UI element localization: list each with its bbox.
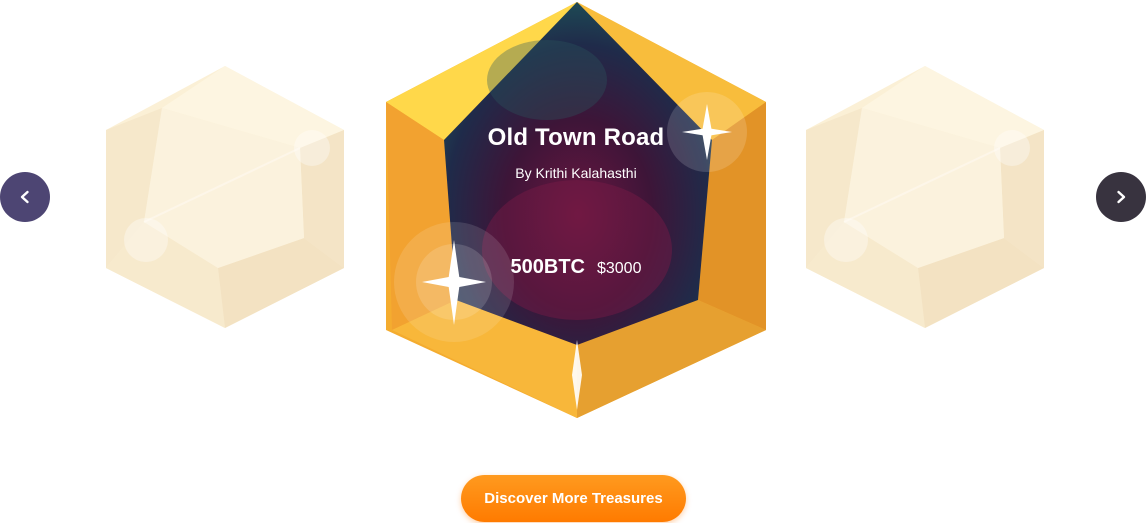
active-gem-card[interactable] xyxy=(382,0,770,420)
gem-shape xyxy=(386,2,766,418)
chevron-right-icon xyxy=(1117,190,1126,204)
gem-shape xyxy=(106,66,344,328)
chevron-left-icon xyxy=(20,190,29,204)
price-btc: 500BTC xyxy=(510,256,585,278)
carousel-prev-button[interactable] xyxy=(0,172,50,222)
carousel-next-button[interactable] xyxy=(1096,172,1146,222)
price-row: 500BTC $3000 xyxy=(382,256,770,279)
price-usd: $3000 xyxy=(596,260,642,277)
artwork-author: By Krithi Kalahasthi xyxy=(515,165,637,181)
prev-gem-card[interactable] xyxy=(100,62,350,332)
artwork-title: Old Town Road xyxy=(487,124,665,151)
gem-shape xyxy=(806,66,1044,328)
next-gem-card[interactable] xyxy=(800,62,1050,332)
nft-carousel: Old Town Road By Krithi Kalahasthi 500BT… xyxy=(0,0,1146,523)
discover-more-button[interactable]: Discover More Treasures xyxy=(461,475,686,522)
